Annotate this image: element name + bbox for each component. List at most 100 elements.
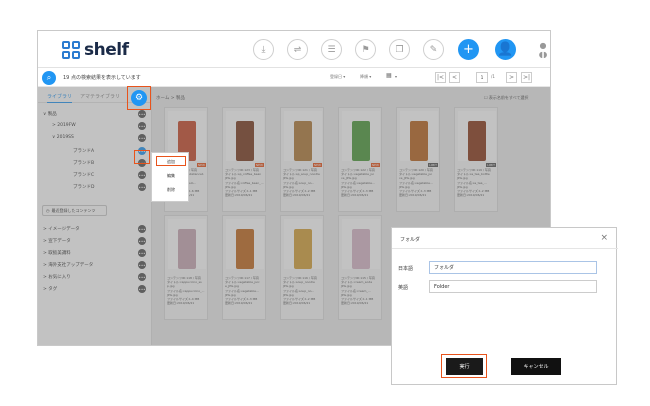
product-thumbnail[interactable] — [168, 219, 206, 269]
add-button[interactable]: + — [458, 39, 479, 60]
status-badge: NEW — [254, 163, 264, 167]
tree-item-brand-a[interactable]: ブランドA — [73, 148, 94, 154]
tree-item-2019ss[interactable]: ∨ 2019SS — [52, 135, 74, 140]
user-add-button[interactable]: 👤 — [495, 39, 516, 60]
header-bar: shelf ⤓ ⇌ ☰ ⚑ ❐ ✎ + 👤 ● ◖◗ — [38, 31, 550, 68]
content-card[interactable]: LIMIT コンテンツID:120 / 写真 タイトル:vegetable_jui c… — [396, 107, 440, 212]
more-options-button[interactable]: ••• — [138, 134, 146, 142]
tree-item-brand-c[interactable]: ブランドC — [73, 172, 94, 178]
logo-text: shelf — [84, 40, 129, 60]
tree-item-ad-data[interactable]: > 宣下データ — [43, 238, 71, 244]
product-thumbnail[interactable] — [226, 219, 264, 269]
more-options-button[interactable]: ••• — [138, 261, 146, 269]
content-card[interactable]: コンテンツID:118 / 写真 タイトル:cappuccino_ss p.jpg フ… — [164, 215, 208, 320]
tree-item-brand-d[interactable]: ブランドD — [73, 184, 94, 190]
japanese-label: 日本語 — [398, 266, 414, 272]
content-card[interactable]: LIMIT コンテンツID:119 / 写真 タイトル:ss_tea_bottle J… — [454, 107, 498, 212]
recent-content-button[interactable]: ◷ 最近登録したコンテンツ — [42, 205, 107, 216]
more-options-button[interactable]: ••• — [138, 273, 146, 281]
tab-library[interactable]: ライブラリ — [47, 93, 73, 103]
next-page-button[interactable]: > — [506, 72, 517, 83]
dialog-title: フォルダ — [400, 237, 421, 243]
more-options-button[interactable]: ••• — [138, 249, 146, 257]
product-thumbnail[interactable] — [284, 111, 322, 161]
content-card[interactable]: コンテンツID:117 / 写真 タイトル:vegetable_juic e_JPG… — [222, 215, 266, 320]
english-name-input[interactable]: Folder — [429, 280, 597, 293]
status-badge: LIMIT — [486, 163, 496, 167]
tree-item-brand-b[interactable]: ブランドB — [73, 160, 94, 166]
cancel-button[interactable]: キャンセル — [511, 358, 561, 375]
copy-icon: ❐ — [395, 44, 404, 55]
content-card[interactable]: NEW コンテンツID:123 / 写真 タイトル:sp_coffee_bean JP… — [222, 107, 266, 212]
metadata-line: 更新日:2019/06/21 — [225, 301, 253, 306]
metadata-line: 更新日:2019/06/21 — [283, 301, 311, 306]
card-metadata: コンテンツID:120 / 写真 タイトル:vegetable_jui ce_JPG… — [399, 168, 439, 197]
content-card[interactable]: コンテンツID:115 / 写真 タイトル:cream_soda JPG.jpg ファ… — [338, 215, 382, 320]
download-button[interactable]: ⤓ — [253, 39, 274, 60]
logo[interactable]: shelf — [62, 40, 129, 60]
sort-order-select[interactable]: 降順 ▾ — [360, 74, 371, 80]
last-page-button[interactable]: >| — [521, 72, 532, 83]
more-options-button[interactable]: ••• — [138, 225, 146, 233]
breadcrumb: ホーム > 製品 — [156, 96, 185, 101]
tree-item-image-data[interactable]: > イメージデータ — [43, 226, 80, 232]
tree-item-2019fw[interactable]: > 2019FW — [52, 123, 76, 128]
product-image — [236, 121, 254, 161]
menu-item-delete[interactable]: 削除 — [152, 187, 190, 193]
settings-icon: ⚙ — [134, 93, 144, 103]
tree-item-materials[interactable]: > 取扱美識料 — [43, 250, 71, 256]
close-icon[interactable]: × — [600, 233, 608, 243]
page-input[interactable]: 1 — [476, 72, 488, 83]
more-options-button[interactable]: ••• — [138, 122, 146, 130]
view-select[interactable]: ▾ — [395, 74, 397, 79]
product-thumbnail[interactable] — [342, 111, 380, 161]
upload-button[interactable]: ⇌ — [287, 39, 308, 60]
edit-button[interactable]: ✎ — [423, 39, 444, 60]
copy-button[interactable]: ❐ — [389, 39, 410, 60]
product-image — [294, 229, 312, 269]
product-thumbnail[interactable] — [226, 111, 264, 161]
document-button[interactable]: ☰ — [321, 39, 342, 60]
content-card[interactable]: NEW コンテンツID:121 / 写真 タイトル:sp_soup_noodle JP… — [280, 107, 324, 212]
more-options-button[interactable]: ••• — [138, 237, 146, 245]
content-card[interactable]: NEW コンテンツID:122 / 写真 タイトル:vegetable_jui ce_… — [338, 107, 382, 212]
folder-settings-button[interactable]: ⚙ — [131, 90, 147, 106]
search-button[interactable]: ⌕ — [42, 71, 56, 85]
checkbox-icon: ☐ — [484, 95, 488, 100]
first-page-button[interactable]: |< — [435, 72, 446, 83]
product-thumbnail[interactable] — [342, 219, 380, 269]
tree-item-overseas[interactable]: > 海外支社アップデータ — [43, 262, 93, 268]
more-options-button[interactable]: ••• — [138, 171, 146, 179]
card-metadata: コンテンツID:123 / 写真 タイトル:sp_coffee_bean JPG.j… — [225, 168, 265, 197]
product-thumbnail[interactable] — [458, 111, 496, 161]
status-badge: NEW — [370, 163, 380, 167]
tab-amateur-library[interactable]: アマテライブラリ — [80, 93, 120, 100]
menu-item-add[interactable]: 追加 — [152, 159, 190, 165]
clock-icon: ◷ — [46, 208, 50, 213]
metadata-line: 更新日:2019/06/21 — [167, 301, 195, 306]
product-image — [236, 229, 254, 269]
tree-item-products[interactable]: ∨ 製品 — [43, 111, 57, 117]
prev-page-button[interactable]: < — [449, 72, 460, 83]
select-all-toggle[interactable]: ☐ 表示名前をすべて選択 — [484, 95, 528, 101]
metadata-line: 更新日:2019/06/21 — [341, 301, 369, 306]
grid-view-icon[interactable]: ▦ — [386, 72, 392, 79]
product-thumbnail[interactable] — [284, 219, 322, 269]
tree-item-favorites[interactable]: > お気に入り — [43, 274, 71, 280]
more-options-button[interactable]: ••• — [138, 183, 146, 191]
content-card[interactable]: コンテンツID:116 / 写真 タイトル:soup_noodle JPG.jpg フ… — [280, 215, 324, 320]
card-metadata: コンテンツID:116 / 写真 タイトル:soup_noodle JPG.jpg フ… — [283, 276, 323, 305]
edit-icon: ✎ — [429, 44, 438, 55]
sort-field-select[interactable]: 登録日 ▾ — [330, 74, 345, 80]
product-thumbnail[interactable] — [400, 111, 438, 161]
more-options-button[interactable]: ••• — [138, 285, 146, 293]
menu-item-edit[interactable]: 編集 — [152, 173, 190, 179]
tree-item-tags[interactable]: > タグ — [43, 286, 57, 292]
japanese-name-input[interactable]: フォルダ — [429, 261, 597, 274]
context-menu: 追加 編集 削除 — [151, 152, 189, 202]
more-options-button[interactable]: ••• — [138, 110, 146, 118]
toolbar: ⌕ 19 点の検索結果を表示しています 登録日 ▾ 降順 ▾ ▦ ▾ |< < … — [38, 68, 550, 87]
execute-button[interactable]: 実行 — [446, 358, 483, 375]
account-icon[interactable]: ● ◖◗ — [538, 41, 548, 63]
flag-button[interactable]: ⚑ — [355, 39, 376, 60]
